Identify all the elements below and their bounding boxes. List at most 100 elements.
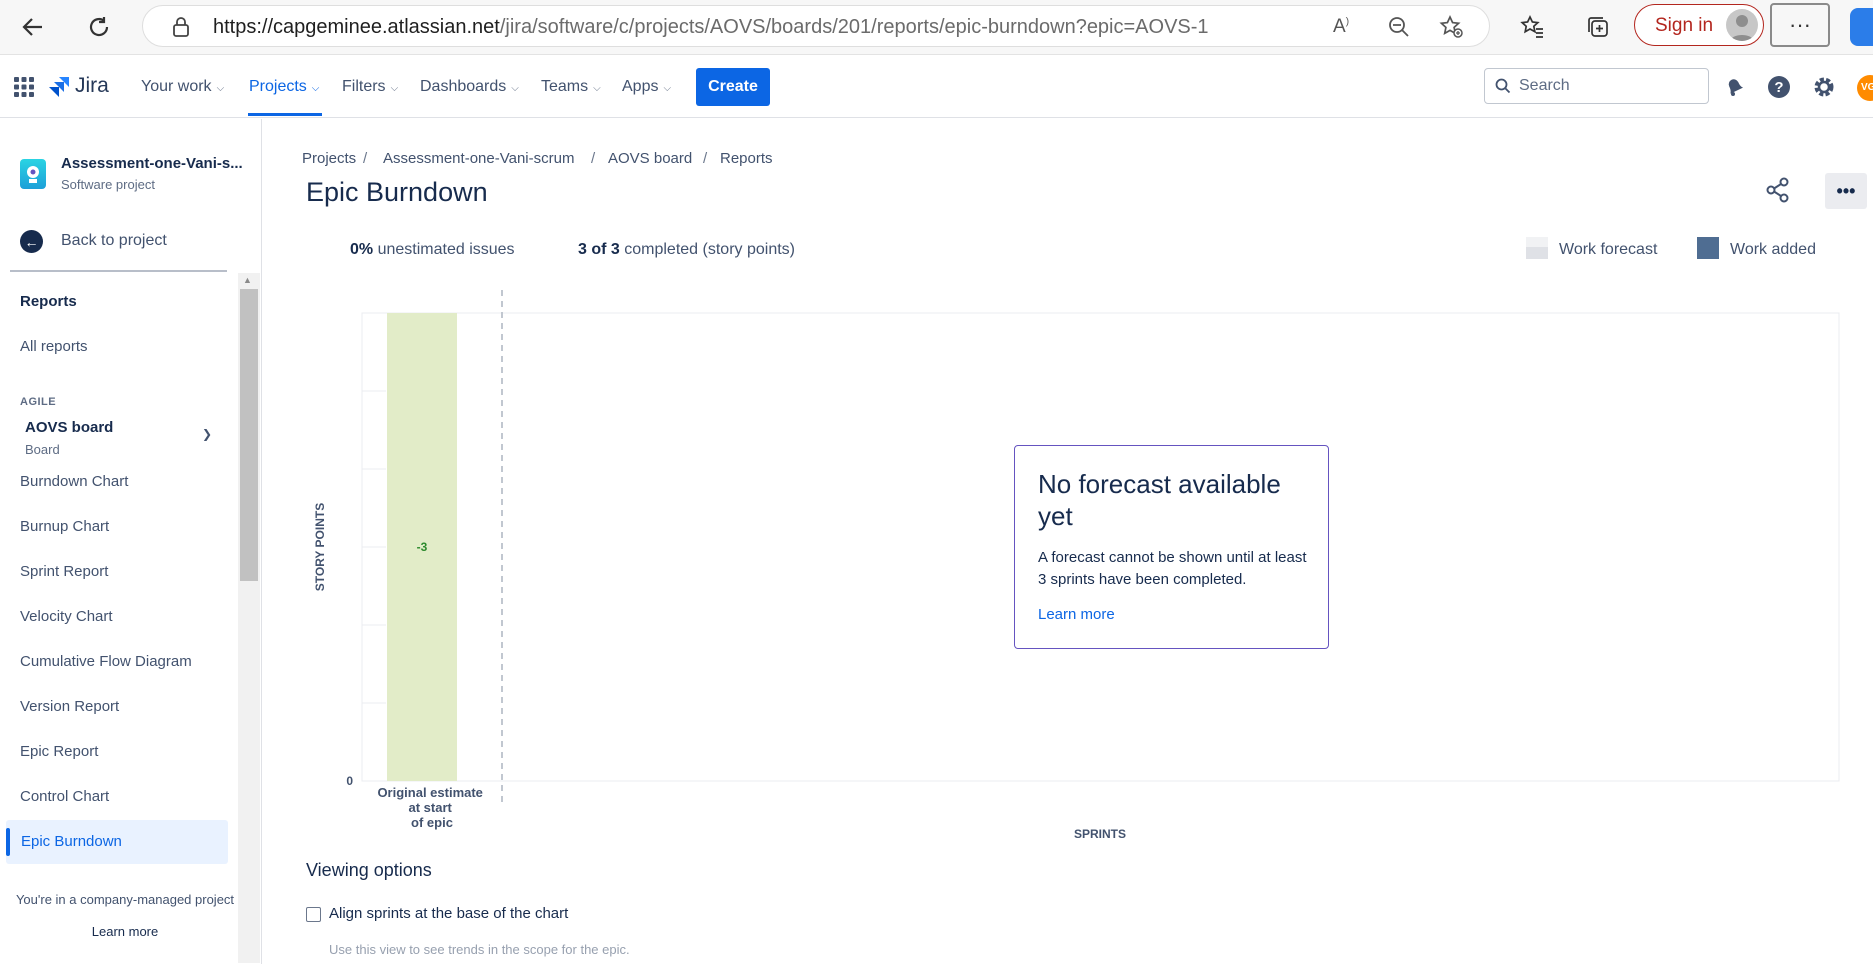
- address-bar[interactable]: https://capgeminee.atlassian.net/jira/so…: [142, 5, 1490, 47]
- chevron-down-icon[interactable]: ❯: [202, 427, 212, 441]
- sidebar-item-version-report[interactable]: Version Report: [20, 698, 119, 715]
- collections-icon[interactable]: [1579, 8, 1617, 46]
- breadcrumb-separator: /: [703, 150, 708, 167]
- user-avatar-initials: VG: [1861, 82, 1873, 93]
- user-avatar[interactable]: VG: [1857, 75, 1873, 101]
- more-actions-button[interactable]: •••: [1825, 173, 1867, 209]
- sidebar-item-cumulative-flow[interactable]: Cumulative Flow Diagram: [20, 653, 192, 670]
- nav-apps[interactable]: Apps ⌵: [622, 78, 671, 96]
- sidebar-scroll-thumb[interactable]: [240, 289, 258, 581]
- no-forecast-card: No forecast available yet A forecast can…: [1014, 445, 1329, 649]
- company-managed-learn-more[interactable]: Learn more: [0, 924, 250, 939]
- no-forecast-learn-more[interactable]: Learn more: [1038, 606, 1115, 623]
- breadcrumb-board[interactable]: AOVS board: [608, 150, 692, 167]
- jira-logo-icon: [49, 77, 69, 97]
- chart-bar-value-label: -3: [417, 540, 428, 554]
- nav-projects[interactable]: Projects ⌵: [249, 78, 319, 96]
- breadcrumb-separator: /: [591, 150, 596, 167]
- copilot-icon[interactable]: [1850, 8, 1873, 46]
- nav-teams[interactable]: Teams ⌵: [541, 78, 601, 96]
- no-forecast-title: No forecast available yet: [1038, 469, 1281, 531]
- nav-your-work[interactable]: Your work ⌵: [141, 78, 224, 96]
- sidebar-item-all-reports[interactable]: All reports: [20, 338, 88, 355]
- nav-teams-label: Teams: [541, 78, 589, 95]
- browser-menu-button[interactable]: ···: [1770, 3, 1830, 47]
- page-title: Epic Burndown: [306, 177, 488, 207]
- x-category-line-2: at start: [409, 800, 453, 815]
- scroll-up-icon[interactable]: ▲: [243, 275, 252, 285]
- svg-text:?: ?: [1774, 79, 1783, 96]
- sidebar-item-burnup-chart[interactable]: Burnup Chart: [20, 518, 109, 535]
- breadcrumb-reports[interactable]: Reports: [720, 150, 773, 167]
- legend-forecast-swatch: [1526, 237, 1548, 259]
- sidebar-item-velocity-chart[interactable]: Velocity Chart: [20, 608, 113, 625]
- completed-stat: 3 of 3 completed (story points): [578, 241, 795, 259]
- app-switcher-icon[interactable]: [14, 77, 34, 102]
- sign-in-label: Sign in: [1655, 15, 1714, 36]
- completed-value: 3 of 3: [578, 241, 620, 258]
- jira-logo-text: Jira: [75, 74, 109, 97]
- profile-avatar-icon: [1726, 9, 1758, 41]
- chevron-down-icon: ⌵: [216, 83, 225, 94]
- help-icon[interactable]: ?: [1765, 73, 1793, 101]
- breadcrumb-separator: /: [363, 150, 368, 167]
- chevron-down-icon: ⌵: [390, 83, 399, 94]
- reports-heading: Reports: [20, 293, 77, 310]
- arrow-left-icon: ←: [20, 230, 43, 253]
- legend-forecast-label: Work forecast: [1559, 241, 1658, 258]
- sidebar-item-epic-report[interactable]: Epic Report: [20, 743, 98, 760]
- notifications-icon[interactable]: [1721, 73, 1749, 101]
- refresh-icon[interactable]: [80, 8, 118, 46]
- share-icon[interactable]: [1764, 176, 1794, 206]
- nav-dashboards[interactable]: Dashboards ⌵: [420, 78, 519, 96]
- create-label: Create: [708, 78, 758, 95]
- sidebar-item-sprint-report[interactable]: Sprint Report: [20, 563, 108, 580]
- viewing-options-title: Viewing options: [306, 860, 432, 880]
- nav-your-work-label: Your work: [141, 78, 212, 95]
- company-managed-note: You're in a company-managed project: [15, 892, 235, 907]
- chevron-down-icon: ⌵: [511, 83, 519, 94]
- y-axis-label: STORY POINTS: [313, 503, 327, 591]
- back-to-project-label: Back to project: [61, 232, 167, 249]
- breadcrumb-projects[interactable]: Projects: [302, 150, 356, 167]
- zoom-out-icon[interactable]: [1388, 16, 1410, 43]
- sidebar-divider: [10, 270, 227, 272]
- project-sidebar: Assessment-one-Vani-s... Software projec…: [0, 119, 262, 964]
- unestimated-stat: 0% unestimated issues: [350, 241, 515, 259]
- completed-label: completed (story points): [624, 241, 795, 258]
- sidebar-scrollbar[interactable]: ▲: [238, 273, 260, 963]
- x-axis-label: SPRINTS: [1074, 827, 1126, 841]
- x-category-line-1: Original estimate: [377, 785, 482, 800]
- nav-filters[interactable]: Filters ⌵: [342, 78, 398, 96]
- breadcrumb-project[interactable]: Assessment-one-Vani-scrum: [383, 150, 574, 167]
- nav-filters-label: Filters: [342, 78, 386, 95]
- unestimated-label: unestimated issues: [377, 241, 515, 258]
- browser-toolbar: https://capgeminee.atlassian.net/jira/so…: [0, 0, 1873, 55]
- x-category-label: Original estimate at start of epic: [377, 785, 486, 830]
- create-button[interactable]: Create: [696, 68, 770, 106]
- more-dots-icon: •••: [1836, 180, 1856, 201]
- align-sprints-label[interactable]: Align sprints at the base of the chart: [329, 905, 568, 922]
- align-sprints-checkbox[interactable]: [306, 907, 321, 922]
- project-type: Software project: [61, 177, 155, 192]
- search-input[interactable]: Search: [1484, 68, 1709, 104]
- board-selector-sub: Board: [25, 442, 60, 457]
- sign-in-button[interactable]: Sign in: [1634, 4, 1764, 46]
- board-selector-name[interactable]: AOVS board: [25, 419, 113, 436]
- favorite-add-icon[interactable]: [1438, 14, 1464, 45]
- project-avatar-icon: [20, 159, 46, 189]
- legend-added-label: Work added: [1730, 241, 1816, 258]
- favorites-icon[interactable]: [1513, 8, 1551, 46]
- read-aloud-icon[interactable]: A): [1333, 16, 1349, 38]
- sidebar-item-epic-burndown[interactable]: Epic Burndown: [6, 820, 228, 864]
- sidebar-item-control-chart[interactable]: Control Chart: [20, 788, 109, 805]
- jira-top-nav: Jira Your work ⌵ Projects ⌵ Filters ⌵ Dashb…: [0, 56, 1873, 118]
- back-arrow-icon[interactable]: [14, 8, 52, 46]
- settings-gear-icon[interactable]: [1810, 73, 1838, 101]
- sidebar-item-epic-burndown-label: Epic Burndown: [21, 833, 122, 850]
- sidebar-item-burndown-chart[interactable]: Burndown Chart: [20, 473, 128, 490]
- y-tick-zero: 0: [346, 774, 353, 788]
- chevron-down-icon: ⌵: [311, 83, 320, 94]
- project-name[interactable]: Assessment-one-Vani-s...: [61, 155, 243, 172]
- nav-dashboards-label: Dashboards: [420, 78, 507, 95]
